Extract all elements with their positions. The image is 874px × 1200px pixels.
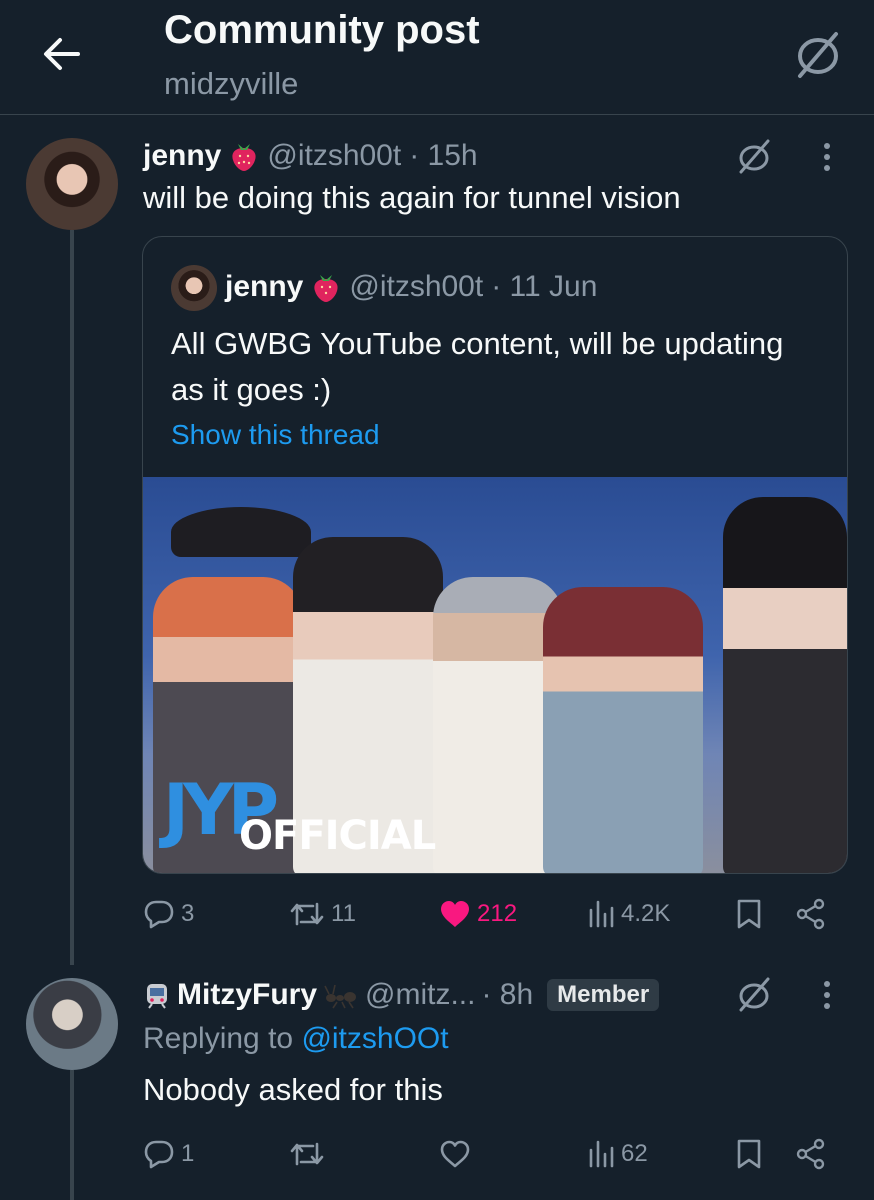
quoted-tweet[interactable]: jenny @itzsh00t · 11 Jun All GWBG YouTub… [142,236,848,874]
like-button[interactable] [439,1132,477,1176]
views-button[interactable]: 4.2K [587,892,670,936]
reply-button[interactable]: 1 [143,1132,194,1176]
reply-button[interactable]: 3 [143,892,194,936]
author-name[interactable]: jenny [143,139,221,173]
bookmark-icon [735,898,763,930]
share-icon [795,1138,827,1170]
author-handle[interactable]: @mitz... [365,978,475,1012]
replying-to: Replying to @itzshOOt [143,1022,449,1056]
tweet-time: · 11 Jun [491,270,598,303]
retweet-icon [289,1140,325,1168]
thread-line [70,230,74,965]
share-icon [795,898,827,930]
photo-figure [543,587,703,873]
photo-figure [723,497,847,873]
photo-hat [171,507,311,557]
reply-actions: 1 62 [143,1132,833,1176]
bookmark-button[interactable] [735,1132,763,1176]
author-handle: @itzsh00t [349,270,484,303]
page-title: Community post [164,8,480,52]
replying-handle[interactable]: @itzshOOt [301,1022,448,1055]
header: Community post midzyville [0,0,874,115]
slash-circle-icon[interactable] [734,136,774,176]
like-button[interactable]: 212 [439,892,517,936]
reply-icon [143,899,175,929]
tweet-actions: 3 11 212 4.2K [143,892,833,936]
share-button[interactable] [795,892,827,936]
retweet-button[interactable] [289,1132,331,1176]
community-name[interactable]: midzyville [164,66,298,102]
tram-icon [143,980,171,1010]
like-count: 212 [477,900,518,927]
tweet-time[interactable]: · 8h [481,978,533,1012]
ant-icon [323,980,359,1010]
author-handle[interactable]: @itzsh00t [267,139,401,173]
show-thread-link[interactable]: Show this thread [171,419,380,451]
member-badge: Member [547,979,660,1011]
reply-author-row: MitzyFury @mitz... · 8h Member [143,974,660,1016]
views-count: 4.2K [621,900,671,927]
strawberry-icon [229,140,259,172]
retweet-count: 11 [331,900,356,927]
avatar[interactable] [26,138,118,230]
avatar[interactable] [26,978,118,1070]
views-icon [587,900,615,928]
retweet-icon [289,900,325,928]
heart-icon [439,900,471,928]
reply-count: 1 [181,1140,195,1167]
tweet-text: will be doing this again for tunnel visi… [143,180,681,215]
slash-circle-icon[interactable] [790,26,846,82]
views-icon [587,1140,615,1168]
image-caption: OFFICIAL [239,813,436,859]
quoted-text: All GWBG YouTube content, will be updati… [171,326,784,407]
share-button[interactable] [795,1132,827,1176]
author-name[interactable]: MitzyFury [177,978,317,1012]
replying-label: Replying to [143,1022,294,1055]
tweet-author-row: jenny @itzsh00t · 15h [143,136,478,176]
strawberry-icon [311,271,341,303]
retweet-button[interactable]: 11 [289,892,356,936]
heart-icon [439,1140,471,1168]
reply-text: Nobody asked for this [143,1072,443,1107]
avatar[interactable] [171,265,217,311]
bookmark-button[interactable] [735,892,763,936]
reply-icon [143,1139,175,1169]
reply-count: 3 [181,900,195,927]
author-name: jenny [225,270,304,303]
quoted-author-row: jenny @itzsh00t · 11 Jun [225,267,597,307]
back-arrow-icon[interactable] [38,30,86,78]
more-icon[interactable] [820,978,834,1014]
more-icon[interactable] [820,140,834,176]
bookmark-icon [735,1138,763,1170]
tweet-time[interactable]: · 15h [409,139,477,173]
views-count: 62 [621,1140,648,1167]
views-button[interactable]: 62 [587,1132,648,1176]
slash-circle-icon[interactable] [734,974,774,1014]
quoted-image[interactable]: JYP OFFICIAL [143,477,847,873]
thread-line [70,1070,74,1200]
